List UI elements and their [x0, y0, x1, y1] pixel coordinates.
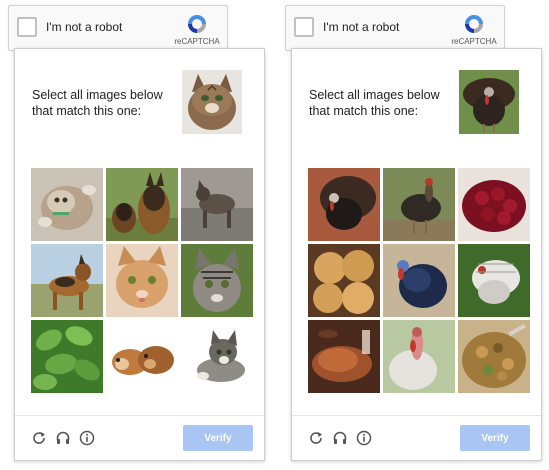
footer-tools: [31, 430, 95, 446]
info-icon[interactable]: [356, 430, 372, 446]
challenge-prompt: Select all images below that match this …: [309, 88, 440, 118]
challenge-popup: Select all images below that match this …: [291, 48, 542, 461]
image-grid: [308, 168, 530, 393]
image-tile[interactable]: [181, 168, 253, 241]
image-tile[interactable]: [106, 168, 178, 241]
captcha-widget-left: I'm not a robot reCAPTCHA Select all ima…: [8, 0, 265, 462]
recaptcha-logo-icon: [465, 15, 483, 33]
image-tile[interactable]: [31, 320, 103, 393]
headphones-icon[interactable]: [55, 430, 71, 446]
robot-checkbox[interactable]: [17, 17, 37, 37]
captcha-widget-right: I'm not a robot reCAPTCHA Select all ima…: [285, 0, 542, 462]
reload-icon[interactable]: [31, 430, 47, 446]
image-tile[interactable]: [31, 244, 103, 317]
recaptcha-logo: reCAPTCHA: [172, 12, 222, 48]
image-tile[interactable]: [383, 168, 455, 241]
robot-check-bar: I'm not a robot reCAPTCHA: [285, 5, 505, 51]
robot-check-bar: I'm not a robot reCAPTCHA: [8, 5, 228, 51]
verify-button[interactable]: Verify: [460, 425, 530, 451]
image-tile[interactable]: [383, 320, 455, 393]
image-grid: [31, 168, 253, 393]
robot-label: I'm not a robot: [323, 20, 400, 34]
footer-divider: [292, 415, 541, 416]
image-tile[interactable]: [458, 320, 530, 393]
image-tile[interactable]: [458, 168, 530, 241]
image-tile[interactable]: [31, 168, 103, 241]
recaptcha-brand: reCAPTCHA: [451, 37, 497, 46]
image-tile[interactable]: [106, 244, 178, 317]
image-tile[interactable]: [383, 244, 455, 317]
image-tile[interactable]: [308, 168, 380, 241]
image-tile[interactable]: [181, 244, 253, 317]
image-tile[interactable]: [308, 244, 380, 317]
challenge-prompt: Select all images below that match this …: [32, 88, 163, 118]
sample-image-cat: [182, 70, 242, 134]
sample-image-turkey: [459, 70, 519, 134]
verify-button[interactable]: Verify: [183, 425, 253, 451]
recaptcha-brand: reCAPTCHA: [174, 37, 220, 46]
challenge-popup: Select all images below that match this …: [14, 48, 265, 461]
headphones-icon[interactable]: [332, 430, 348, 446]
image-tile[interactable]: [308, 320, 380, 393]
info-icon[interactable]: [79, 430, 95, 446]
footer-divider: [15, 415, 264, 416]
robot-checkbox[interactable]: [294, 17, 314, 37]
recaptcha-logo: reCAPTCHA: [449, 12, 499, 48]
image-tile[interactable]: [106, 320, 178, 393]
recaptcha-logo-icon: [188, 15, 206, 33]
footer-tools: [308, 430, 372, 446]
image-tile[interactable]: [458, 244, 530, 317]
image-tile[interactable]: [181, 320, 253, 393]
robot-label: I'm not a robot: [46, 20, 123, 34]
reload-icon[interactable]: [308, 430, 324, 446]
